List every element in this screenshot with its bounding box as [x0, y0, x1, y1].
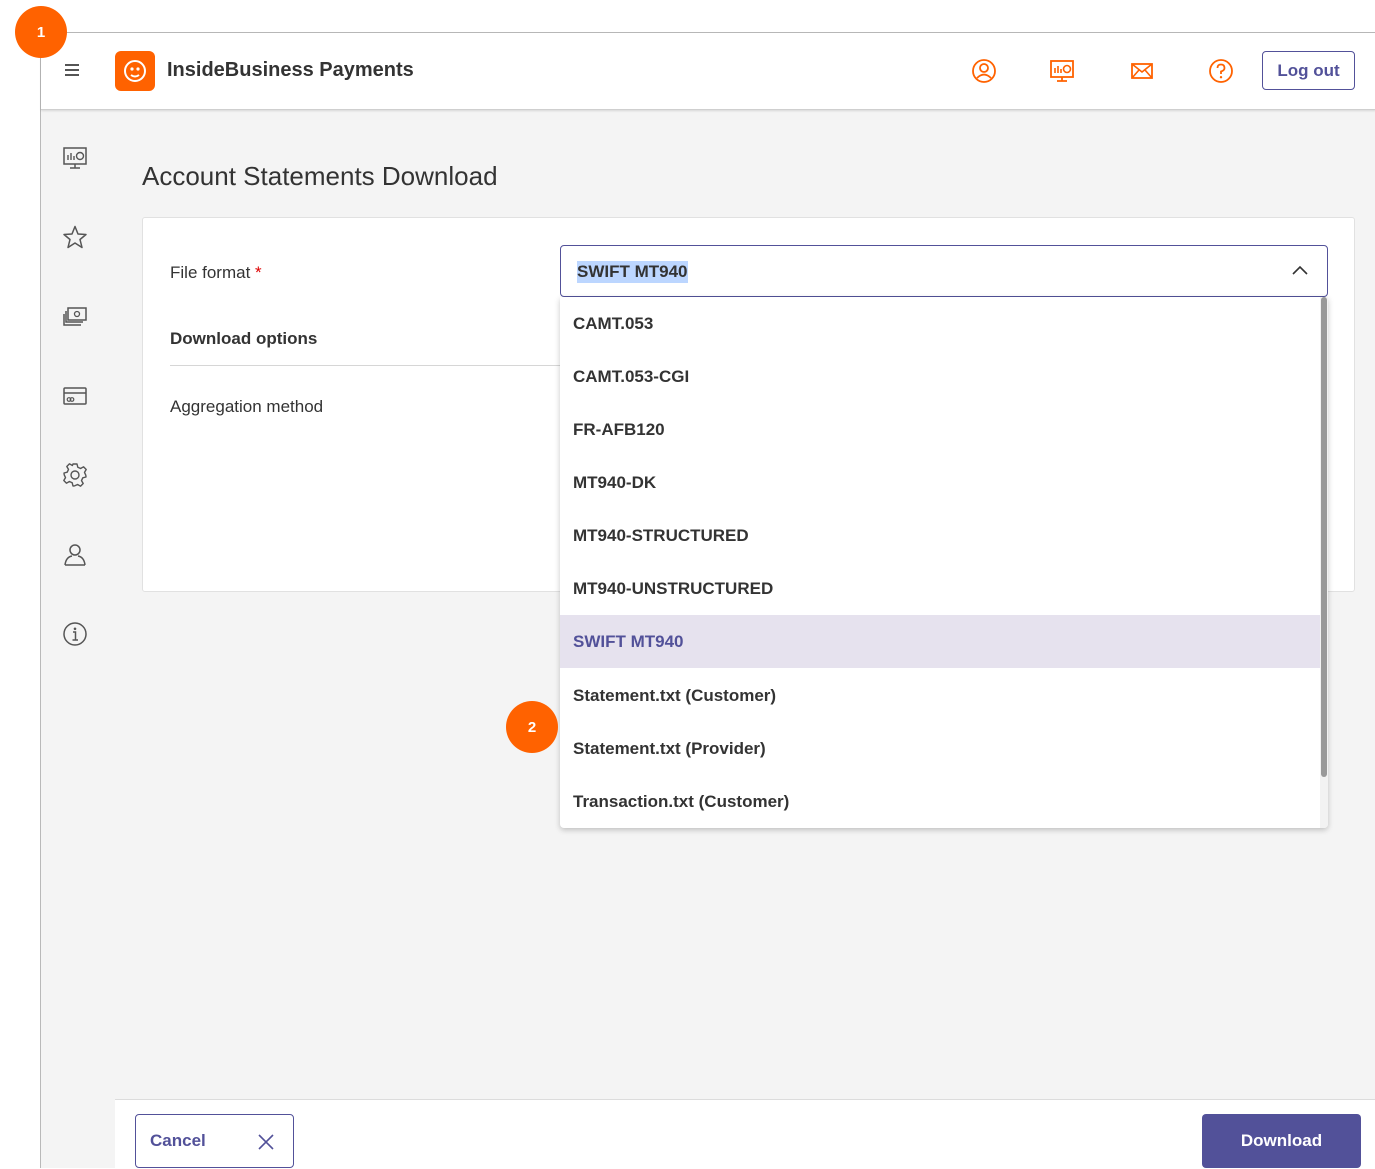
help-icon[interactable]: [1208, 58, 1234, 84]
hamburger-menu-icon[interactable]: [65, 61, 85, 81]
chevron-up-icon: [1292, 265, 1308, 275]
footer-bar: Cancel Download: [115, 1099, 1375, 1169]
scrollbar-thumb[interactable]: [1321, 297, 1327, 777]
download-options-heading: Download options: [170, 329, 318, 348]
dropdown-option[interactable]: Transaction.txt (Customer): [560, 775, 1320, 828]
file-format-select[interactable]: SWIFT MT940: [560, 245, 1328, 297]
file-format-selected-value: SWIFT MT940: [577, 261, 688, 283]
user-circle-icon[interactable]: [971, 58, 997, 84]
file-format-dropdown: CAMT.053 CAMT.053-CGI FR-AFB120 MT940-DK…: [560, 297, 1328, 828]
card-icon[interactable]: [62, 383, 88, 409]
user-icon[interactable]: [62, 542, 88, 568]
mail-icon[interactable]: [1129, 58, 1155, 84]
cancel-button[interactable]: Cancel: [135, 1114, 294, 1168]
divider: [170, 365, 560, 366]
gear-icon[interactable]: [62, 462, 88, 488]
dropdown-option[interactable]: MT940-STRUCTURED: [560, 509, 1320, 562]
dropdown-option[interactable]: CAMT.053: [560, 297, 1320, 350]
dropdown-option[interactable]: CAMT.053-CGI: [560, 350, 1320, 403]
dropdown-option[interactable]: MT940-UNSTRUCTURED: [560, 562, 1320, 615]
sidebar: [41, 111, 111, 1169]
lion-logo-icon: [115, 51, 155, 91]
payments-icon[interactable]: [62, 304, 88, 330]
download-button[interactable]: Download: [1202, 1114, 1361, 1168]
dropdown-option[interactable]: Statement.txt (Customer): [560, 669, 1320, 722]
dropdown-scrollbar[interactable]: [1320, 297, 1328, 828]
step-badge-2: 2: [506, 701, 558, 753]
dashboard-icon[interactable]: [62, 145, 88, 171]
file-format-label: File format *: [170, 263, 262, 282]
step-badge-1: 1: [15, 6, 67, 58]
info-icon[interactable]: [62, 621, 88, 647]
dropdown-option[interactable]: FR-AFB120: [560, 403, 1320, 456]
close-icon: [258, 1134, 274, 1150]
app-window: InsideBusiness Payments Log out Account …: [40, 32, 1375, 1169]
dropdown-option-selected[interactable]: SWIFT MT940: [560, 615, 1320, 668]
top-bar: InsideBusiness Payments Log out: [41, 33, 1375, 110]
logout-button[interactable]: Log out: [1262, 51, 1355, 90]
required-marker: *: [255, 263, 262, 282]
dropdown-option[interactable]: MT940-DK: [560, 456, 1320, 509]
dropdown-option[interactable]: Statement.txt (Provider): [560, 722, 1320, 775]
aggregation-method-label: Aggregation method: [170, 397, 324, 416]
app-title: InsideBusiness Payments: [167, 59, 414, 81]
dashboard-icon[interactable]: [1049, 58, 1075, 84]
cancel-button-label: Cancel: [150, 1131, 206, 1150]
star-icon[interactable]: [62, 224, 88, 250]
page-title: Account Statements Download: [142, 161, 498, 191]
